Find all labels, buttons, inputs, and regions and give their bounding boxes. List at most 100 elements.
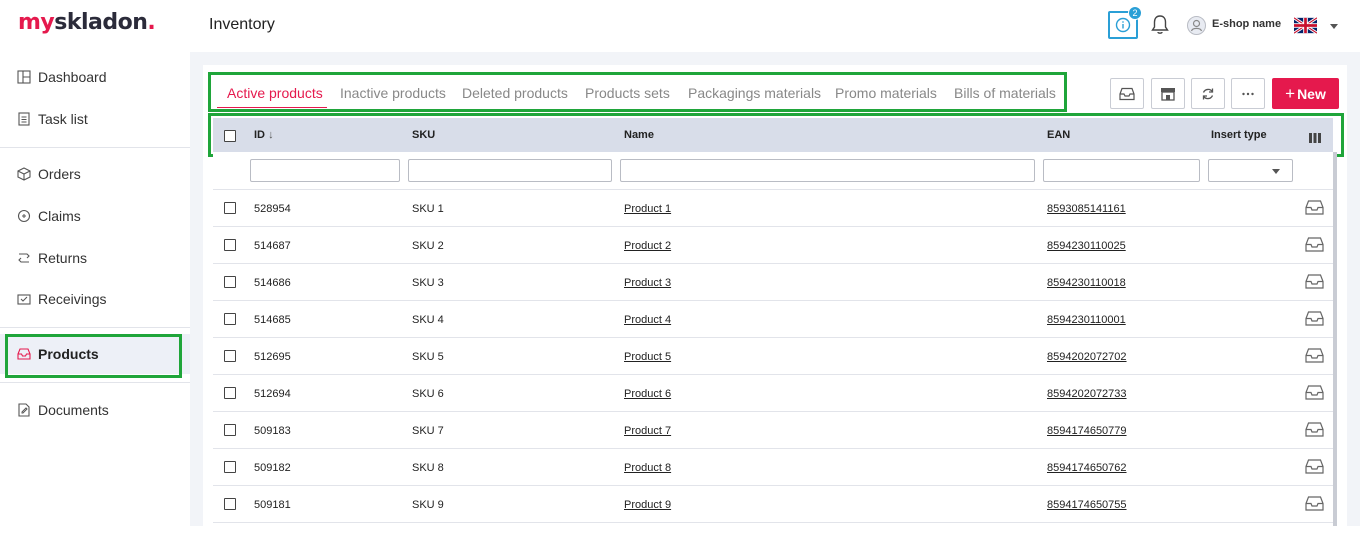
id-filter-input[interactable]	[250, 159, 400, 182]
cell-sku: SKU 2	[412, 240, 444, 252]
row-checkbox[interactable]	[224, 350, 236, 362]
cell-sku: SKU 3	[412, 277, 444, 289]
row-checkbox[interactable]	[224, 387, 236, 399]
name-filter-input[interactable]	[620, 159, 1035, 182]
bell-icon[interactable]	[1150, 14, 1170, 41]
row-checkbox[interactable]	[224, 461, 236, 473]
cell-id: 514687	[254, 240, 291, 252]
cell-ean-link[interactable]: 8594174650779	[1047, 425, 1127, 437]
table-row[interactable]: 509181 SKU 9 Product 9 8594174650755	[213, 486, 1333, 523]
cell-sku: SKU 1	[412, 203, 444, 215]
sku-filter-input[interactable]	[408, 159, 612, 182]
language-dropdown-icon[interactable]	[1330, 24, 1338, 29]
new-button[interactable]: + New	[1272, 78, 1339, 109]
cell-name-link[interactable]: Product 7	[624, 425, 671, 437]
inbox-icon	[1119, 87, 1135, 100]
sidebar-item-claims[interactable]: Claims	[0, 196, 190, 236]
table-row[interactable]: 509182 SKU 8 Product 8 8594174650762	[213, 449, 1333, 486]
table-row[interactable]: 514687 SKU 2 Product 2 8594230110025	[213, 227, 1333, 264]
sidebar-item-documents[interactable]: Documents	[0, 390, 190, 430]
inbox-icon[interactable]	[1305, 385, 1324, 405]
table-row[interactable]: 512695 SKU 5 Product 5 8594202072702	[213, 338, 1333, 375]
table-row[interactable]: 514686 SKU 3 Product 3 8594230110018	[213, 264, 1333, 301]
cell-id: 514685	[254, 314, 291, 326]
highlight-table-header	[208, 113, 1344, 157]
task-list-icon	[17, 112, 31, 126]
inbox-icon[interactable]	[1305, 496, 1324, 516]
sidebar-item-orders[interactable]: Orders	[0, 154, 190, 194]
sidebar-item-returns[interactable]: Returns	[0, 238, 190, 278]
table-row[interactable]: 509183 SKU 7 Product 7 8594174650779	[213, 412, 1333, 449]
row-checkbox[interactable]	[224, 239, 236, 251]
sidebar-item-receivings[interactable]: Receivings	[0, 279, 190, 319]
cell-name-link[interactable]: Product 6	[624, 388, 671, 400]
inbox-icon[interactable]	[1305, 274, 1324, 294]
refresh-button[interactable]	[1191, 78, 1225, 109]
user-name[interactable]: E-shop name	[1212, 18, 1281, 30]
table-row[interactable]: 512694 SKU 6 Product 6 8594202072733	[213, 375, 1333, 412]
sidebar: Dashboard Task list Orders Claims Return…	[0, 52, 190, 526]
inbox-button[interactable]	[1110, 78, 1144, 109]
cell-name-link[interactable]: Product 3	[624, 277, 671, 289]
cell-ean-link[interactable]: 8594202072702	[1047, 351, 1127, 363]
logo[interactable]: myskladon.	[18, 10, 156, 35]
page-title: Inventory	[209, 16, 275, 33]
claims-icon	[17, 209, 31, 223]
cell-name-link[interactable]: Product 4	[624, 314, 671, 326]
highlight-products	[5, 334, 182, 378]
plus-icon: +	[1285, 83, 1296, 103]
insert-type-filter-select[interactable]	[1208, 159, 1293, 182]
cell-ean-link[interactable]: 8594202072733	[1047, 388, 1127, 400]
table-row[interactable]: 528954 SKU 1 Product 1 8593085141161	[213, 190, 1333, 227]
cell-name-link[interactable]: Product 5	[624, 351, 671, 363]
cell-ean-link[interactable]: 8594230110001	[1047, 314, 1126, 326]
cell-id: 528954	[254, 203, 291, 215]
cell-id: 512695	[254, 351, 291, 363]
inbox-icon[interactable]	[1305, 422, 1324, 442]
cell-ean-link[interactable]: 8594174650755	[1047, 499, 1127, 511]
cell-sku: SKU 9	[412, 499, 444, 511]
sidebar-item-label: Receivings	[38, 291, 107, 307]
row-checkbox[interactable]	[224, 276, 236, 288]
cell-sku: SKU 5	[412, 351, 444, 363]
cell-name-link[interactable]: Product 8	[624, 462, 671, 474]
ean-filter-input[interactable]	[1043, 159, 1200, 182]
cell-name-link[interactable]: Product 1	[624, 203, 671, 215]
uk-flag-icon[interactable]	[1293, 16, 1318, 35]
sidebar-item-task-list[interactable]: Task list	[0, 99, 190, 139]
inbox-icon[interactable]	[1305, 459, 1324, 479]
filter-row	[213, 152, 1333, 190]
table-row[interactable]: 514685 SKU 4 Product 4 8594230110001	[213, 301, 1333, 338]
store-icon	[1161, 87, 1175, 101]
more-button[interactable]	[1231, 78, 1265, 109]
divider	[0, 147, 190, 148]
returns-icon	[17, 251, 31, 265]
sidebar-item-dashboard[interactable]: Dashboard	[0, 57, 190, 97]
more-icon	[1242, 92, 1254, 95]
cell-ean-link[interactable]: 8593085141161	[1047, 203, 1126, 215]
row-checkbox[interactable]	[224, 202, 236, 214]
inbox-icon[interactable]	[1305, 237, 1324, 257]
inbox-icon[interactable]	[1305, 311, 1324, 331]
inbox-icon[interactable]	[1305, 200, 1324, 220]
divider	[0, 327, 190, 328]
cell-id: 509183	[254, 425, 291, 437]
cell-id: 509182	[254, 462, 291, 474]
highlight-tabs	[208, 72, 1067, 112]
row-checkbox[interactable]	[224, 313, 236, 325]
sidebar-item-label: Returns	[38, 250, 88, 266]
cell-id: 514686	[254, 277, 291, 289]
cell-ean-link[interactable]: 8594174650762	[1047, 462, 1127, 474]
cell-name-link[interactable]: Product 9	[624, 499, 671, 511]
cell-name-link[interactable]: Product 2	[624, 240, 671, 252]
row-checkbox[interactable]	[224, 424, 236, 436]
cell-ean-link[interactable]: 8594230110018	[1047, 277, 1126, 289]
inbox-icon[interactable]	[1305, 348, 1324, 368]
table-scrollbar[interactable]	[1333, 152, 1337, 526]
cell-sku: SKU 8	[412, 462, 444, 474]
user-avatar-icon[interactable]	[1187, 16, 1206, 35]
store-button[interactable]	[1151, 78, 1185, 109]
new-button-label: New	[1297, 85, 1326, 102]
row-checkbox[interactable]	[224, 498, 236, 510]
cell-ean-link[interactable]: 8594230110025	[1047, 240, 1126, 252]
